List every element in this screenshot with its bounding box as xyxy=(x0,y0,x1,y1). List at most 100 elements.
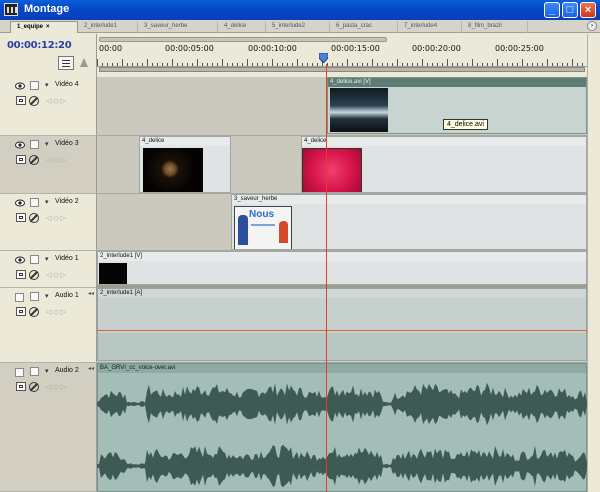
collapse-triangle-icon[interactable]: ▾ xyxy=(45,367,49,375)
ruler-tick xyxy=(457,63,458,66)
ruler-tick xyxy=(302,63,303,66)
keyframe-nav[interactable]: ◁ ◇ ▷ xyxy=(46,271,66,279)
collapse-triangle-icon[interactable]: ▾ xyxy=(45,198,49,206)
ruler-label: 00:00:10:00 xyxy=(248,44,297,53)
lane-video1[interactable]: 2_interlude1 [V] xyxy=(97,251,587,288)
marker-icon[interactable] xyxy=(80,58,88,67)
clip-2-interlude1-audio[interactable]: 2_interlude1 [A] xyxy=(97,288,587,361)
ruler-tick xyxy=(382,63,383,66)
clip-4-delice-a[interactable]: 4_delice xyxy=(139,136,231,193)
tab-2-interlude1[interactable]: 2_interlude1 xyxy=(78,21,138,33)
ruler-tick xyxy=(297,59,298,66)
collapse-triangle-icon[interactable]: ▾ xyxy=(45,255,49,263)
no-sync-icon[interactable] xyxy=(29,155,39,165)
no-sync-icon[interactable] xyxy=(29,96,39,106)
collapse-triangle-icon[interactable]: ▾ xyxy=(45,140,49,148)
ruler-tick xyxy=(467,63,468,66)
title-bar[interactable]: Montage _ □ × xyxy=(0,0,600,20)
clip-3-saveur-herbe[interactable]: 3_saveur_herbe Nous xyxy=(231,194,587,250)
keyframe-nav[interactable]: ◁ ◇ ▷ xyxy=(46,214,66,222)
tab-4-delice[interactable]: 4_delice xyxy=(218,21,266,33)
tab-5-interlude2[interactable]: 5_interlude2 xyxy=(266,21,330,33)
ruler-tick xyxy=(582,63,583,66)
track-header-video2: ▾ Vidéo 2 ◁ ◇ ▷ xyxy=(0,194,97,251)
keyframe-nav[interactable]: ◁ ◇ ▷ xyxy=(46,383,66,391)
premiere-timeline-window: Montage _ □ × 1_equipe × 2_interlude1 3_s… xyxy=(0,0,600,492)
lock-icon[interactable] xyxy=(30,292,39,301)
lock-icon[interactable] xyxy=(30,198,39,207)
maximize-button[interactable]: □ xyxy=(562,2,578,18)
lock-icon[interactable] xyxy=(30,367,39,376)
ruler-tick xyxy=(137,63,138,66)
ruler-tick xyxy=(142,63,143,66)
ruler-tick xyxy=(507,63,508,66)
lane-video3[interactable]: 4_delice 4_delice xyxy=(97,136,587,194)
lane-video2[interactable]: 3_saveur_herbe Nous xyxy=(97,194,587,251)
playhead-line[interactable] xyxy=(326,64,327,492)
work-area-bar[interactable] xyxy=(99,67,585,72)
eye-icon[interactable] xyxy=(15,82,25,90)
clip-name: 4_delice.avi [V] xyxy=(328,78,586,87)
ruler-tick xyxy=(562,63,563,66)
track-header-video1: ▾ Vidéo 1 ◁ ◇ ▷ xyxy=(0,251,97,288)
ruler-tick xyxy=(292,63,293,66)
ruler-tick xyxy=(152,63,153,66)
display-mode-icon[interactable] xyxy=(16,307,26,316)
keyframe-nav[interactable]: ◁ ◇ ▷ xyxy=(46,156,66,164)
tab-7-interlude4[interactable]: 7_interlude4 xyxy=(398,21,462,33)
time-ruler[interactable]: 00:00 00:00:05:00 00:00:10:00 00:00:15:0… xyxy=(97,34,588,77)
playhead-handle[interactable] xyxy=(319,53,328,63)
keyframe-nav[interactable]: ◁ ◇ ▷ xyxy=(46,308,66,316)
track-name: Vidéo 3 xyxy=(55,140,79,147)
tab-6-pasta-crac[interactable]: 6_pasta_crac xyxy=(330,21,398,33)
no-sync-icon[interactable] xyxy=(29,270,39,280)
ruler-tick xyxy=(197,59,198,66)
display-mode-icon[interactable] xyxy=(16,155,26,164)
lock-icon[interactable] xyxy=(30,140,39,149)
minimize-button[interactable]: _ xyxy=(544,2,560,18)
no-sync-icon[interactable] xyxy=(29,382,39,392)
ruler-tick xyxy=(557,63,558,66)
ruler-tick xyxy=(432,63,433,66)
display-mode-icon[interactable] xyxy=(16,96,26,105)
speaker-toggle-icon[interactable] xyxy=(15,368,24,377)
ruler-tick xyxy=(182,63,183,66)
collapse-triangle-icon[interactable]: ▾ xyxy=(45,81,49,89)
vertical-scrollbar[interactable] xyxy=(587,34,600,492)
ruler-tick xyxy=(317,63,318,66)
eye-icon[interactable] xyxy=(15,199,25,207)
lane-audio1[interactable]: 2_interlude1 [A] xyxy=(97,288,587,363)
speaker-icon: ◂◂ xyxy=(88,366,95,372)
tabs-menu-button[interactable]: › xyxy=(587,21,597,31)
no-sync-icon[interactable] xyxy=(29,213,39,223)
ruler-tick xyxy=(492,63,493,66)
volume-rubber-band[interactable] xyxy=(97,330,587,331)
eye-icon[interactable] xyxy=(15,256,25,264)
zoom-scroll-bar[interactable] xyxy=(99,37,387,42)
clip-4-delice-b[interactable]: 4_delice xyxy=(301,136,587,193)
ruler-tick xyxy=(312,63,313,66)
display-mode-icon[interactable] xyxy=(16,382,26,391)
lane-video4[interactable]: 4_delice.avi [V] xyxy=(97,77,587,136)
tab-3-saveur-herbe[interactable]: 3_saveur_herbe xyxy=(138,21,218,33)
snap-icon[interactable] xyxy=(58,56,74,70)
keyframe-nav[interactable]: ◁ ◇ ▷ xyxy=(46,97,66,105)
current-timecode[interactable]: 00:00:12:20 xyxy=(7,40,72,51)
display-mode-icon[interactable] xyxy=(16,270,26,279)
speaker-toggle-icon[interactable] xyxy=(15,293,24,302)
track-name: Audio 1 xyxy=(55,292,79,299)
ruler-tick xyxy=(362,63,363,66)
clip-2-interlude1-video[interactable]: 2_interlude1 [V] xyxy=(97,251,587,285)
tab-1-equipe[interactable]: 1_equipe × xyxy=(10,21,78,33)
ruler-tick xyxy=(527,63,528,66)
speaker-icon: ◂◂ xyxy=(88,291,95,297)
tab-8-film-brazil[interactable]: 8_film_brazil xyxy=(462,21,528,33)
collapse-triangle-icon[interactable]: ▾ xyxy=(45,292,49,300)
display-mode-icon[interactable] xyxy=(16,213,26,222)
close-tab-icon[interactable]: × xyxy=(46,24,50,30)
close-button[interactable]: × xyxy=(580,2,596,18)
eye-icon[interactable] xyxy=(15,141,25,149)
lock-icon[interactable] xyxy=(30,255,39,264)
lock-icon[interactable] xyxy=(30,81,39,90)
no-sync-icon[interactable] xyxy=(29,307,39,317)
